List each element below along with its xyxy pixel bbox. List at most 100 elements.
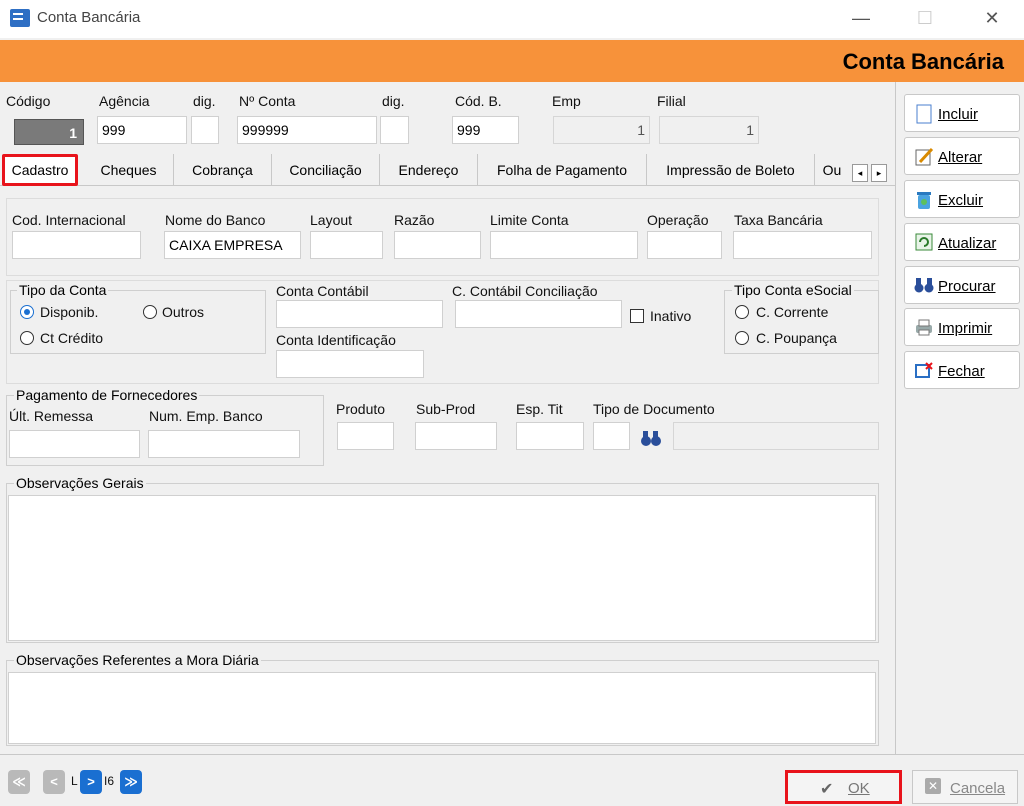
close-button[interactable]: ✕: [969, 4, 1015, 34]
dig-agencia-label: dig.: [193, 93, 216, 109]
fechar-label: Fechar: [938, 363, 985, 380]
nav-next-button[interactable]: >: [80, 770, 102, 794]
nome-banco-field[interactable]: CAIXA EMPRESA: [164, 231, 301, 259]
radio-c-corrente[interactable]: [735, 305, 749, 319]
radio-ct-credito[interactable]: [20, 331, 34, 345]
obs-gerais-caption: Observações Gerais: [14, 475, 146, 491]
atualizar-label: Atualizar: [938, 235, 997, 252]
radio-c-poupanca[interactable]: [735, 331, 749, 345]
produto-label: Produto: [336, 401, 386, 417]
tab-folha-pagamento[interactable]: Folha de Pagamento: [478, 154, 647, 186]
subprod-field[interactable]: [415, 422, 497, 450]
nav-last-button[interactable]: ≫: [120, 770, 142, 794]
tab-cobranca[interactable]: Cobrança: [174, 154, 272, 186]
ok-label: OK: [848, 780, 870, 797]
alterar-button[interactable]: Alterar: [904, 137, 1020, 175]
limite-field[interactable]: [490, 231, 638, 259]
tab-scroll-right-icon[interactable]: ▸: [871, 164, 887, 182]
razao-field[interactable]: [394, 231, 481, 259]
title-bar: Conta Bancária — ☐ ✕: [0, 0, 1024, 38]
maximize-button[interactable]: ☐: [902, 4, 948, 34]
excluir-label: Excluir: [938, 192, 984, 209]
operacao-field[interactable]: [647, 231, 722, 259]
imprimir-label: Imprimir: [938, 320, 993, 337]
radio-c-corrente-label: C. Corrente: [756, 304, 829, 320]
dig-agencia-field[interactable]: [191, 116, 219, 144]
tipodoc-code-field[interactable]: [593, 422, 630, 450]
ok-button[interactable]: ✔ OK: [785, 770, 902, 804]
imprimir-button[interactable]: Imprimir: [904, 308, 1020, 346]
ult-remessa-field[interactable]: [9, 430, 140, 458]
tab-conciliacao[interactable]: Conciliação: [272, 154, 380, 186]
tab-impressao-boleto[interactable]: Impressão de Boleto: [647, 154, 815, 186]
conta-concil-field[interactable]: [455, 300, 622, 328]
banner-title: Conta Bancária: [842, 49, 1004, 74]
tab-cadastro[interactable]: Cadastro: [2, 154, 78, 186]
cod-internacional-label: Cod. Internacional: [12, 212, 126, 228]
binoculars-icon: [914, 276, 934, 296]
produto-field[interactable]: [337, 422, 394, 450]
codigo-field[interactable]: 1: [14, 119, 84, 145]
dig-conta-field[interactable]: [380, 116, 409, 144]
tab-scroll-left-icon[interactable]: ◂: [852, 164, 868, 182]
conta-contabil-label: Conta Contábil: [276, 283, 369, 299]
pagamento-caption: Pagamento de Fornecedores: [14, 387, 200, 403]
filial-field: 1: [659, 116, 759, 144]
codb-field[interactable]: 999: [452, 116, 519, 144]
esptit-label: Esp. Tit: [516, 401, 563, 417]
esocial-caption: Tipo Conta eSocial: [732, 282, 854, 298]
tipodoc-desc-field: [673, 422, 879, 450]
agencia-label: Agência: [99, 93, 150, 109]
tab-cheques[interactable]: Cheques: [84, 154, 174, 186]
razao-label: Razão: [394, 212, 435, 228]
conta-field[interactable]: 999999: [237, 116, 377, 144]
inativo-checkbox[interactable]: [630, 309, 644, 323]
radio-c-poupanca-label: C. Poupança: [756, 330, 837, 346]
emp-label: Emp: [552, 93, 581, 109]
procurar-button[interactable]: Procurar: [904, 266, 1020, 304]
page-icon: [914, 104, 934, 124]
codigo-label: Código: [6, 93, 51, 109]
cancel-icon: ✕: [925, 778, 941, 794]
inativo-label: Inativo: [650, 308, 692, 324]
conta-ident-label: Conta Identificação: [276, 332, 396, 348]
filial-label: Filial: [657, 93, 686, 109]
recycle-icon: [914, 190, 934, 210]
excluir-button[interactable]: Excluir: [904, 180, 1020, 218]
check-icon: ✔: [820, 781, 834, 798]
limite-label: Limite Conta: [490, 212, 569, 228]
minimize-button[interactable]: —: [838, 4, 884, 34]
tab-outros[interactable]: Ou: [815, 154, 849, 186]
procurar-label: Procurar: [938, 278, 996, 295]
nav-prev-button[interactable]: <: [43, 770, 65, 794]
refresh-icon: [914, 233, 934, 253]
radio-outros-label: Outros: [162, 304, 205, 320]
tab-endereco[interactable]: Endereço: [380, 154, 478, 186]
agencia-field[interactable]: 999: [97, 116, 187, 144]
num-emp-banco-field[interactable]: [148, 430, 300, 458]
cod-internacional-field[interactable]: [12, 231, 141, 259]
incluir-label: Incluir: [938, 106, 979, 123]
app-icon: [10, 9, 30, 27]
layout-label: Layout: [310, 212, 353, 228]
nav-first-button[interactable]: ≪: [8, 770, 30, 794]
nav-text-1: L: [71, 774, 78, 788]
cancela-button[interactable]: ✕ Cancela: [912, 770, 1018, 804]
conta-ident-field[interactable]: [276, 350, 424, 378]
obs-gerais-textarea[interactable]: [8, 495, 876, 641]
subprod-label: Sub-Prod: [416, 401, 476, 417]
printer-icon: [914, 318, 934, 338]
conta-contabil-field[interactable]: [276, 300, 443, 328]
binoculars-icon[interactable]: [640, 428, 664, 448]
nav-text-2: I6: [104, 774, 115, 788]
num-emp-banco-label: Num. Emp. Banco: [149, 408, 263, 424]
radio-disponib[interactable]: [20, 305, 34, 319]
layout-field[interactable]: [310, 231, 383, 259]
taxa-field[interactable]: [733, 231, 872, 259]
radio-outros[interactable]: [143, 305, 157, 319]
fechar-button[interactable]: Fechar: [904, 351, 1020, 389]
esptit-field[interactable]: [516, 422, 584, 450]
obs-mora-textarea[interactable]: [8, 672, 876, 744]
incluir-button[interactable]: Incluir: [904, 94, 1020, 132]
atualizar-button[interactable]: Atualizar: [904, 223, 1020, 261]
